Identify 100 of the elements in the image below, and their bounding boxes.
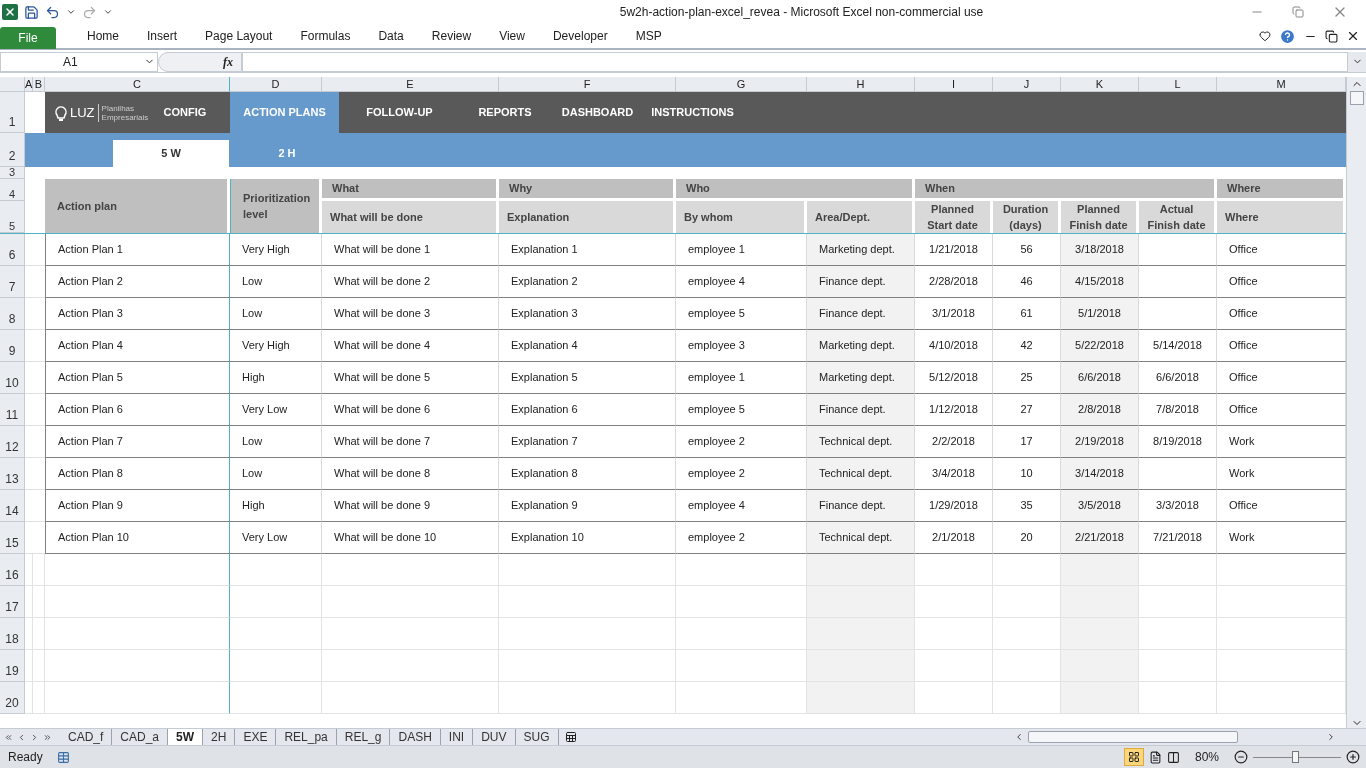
ribbon-tab[interactable]: MSP	[621, 27, 676, 45]
macro-record-icon[interactable]	[56, 750, 70, 764]
sub-tab[interactable]: 5 W	[113, 140, 229, 167]
table-cell: 4/10/2018	[915, 330, 993, 362]
row-number[interactable]: 6	[0, 234, 25, 266]
status-text: Ready	[7, 749, 44, 766]
zoom-slider-thumb[interactable]	[1291, 751, 1299, 763]
column-header[interactable]: G	[676, 77, 807, 92]
page-layout-view-icon[interactable]	[1148, 750, 1162, 764]
row-number[interactable]: 2	[0, 133, 25, 167]
column-header[interactable]: J	[993, 77, 1061, 92]
redo-icon[interactable]	[82, 4, 97, 20]
column-header[interactable]: H	[807, 77, 915, 92]
first-sheet-icon[interactable]	[4, 732, 13, 742]
row-number[interactable]: 3	[0, 167, 25, 179]
row-number[interactable]: 8	[0, 298, 25, 330]
row-number[interactable]: 11	[0, 394, 25, 426]
column-header[interactable]: C	[45, 77, 230, 92]
row-number[interactable]: 19	[0, 650, 25, 682]
table-cell: 6/6/2018	[1139, 362, 1217, 394]
column-header[interactable]: L	[1139, 77, 1217, 92]
zoom-in-icon[interactable]	[1346, 750, 1360, 764]
table-cell: 2/1/2018	[915, 522, 993, 554]
function-icon[interactable]: fx	[223, 52, 233, 71]
normal-view-button[interactable]	[1123, 748, 1144, 766]
row-number[interactable]: 14	[0, 490, 25, 522]
ribbon-tab[interactable]: Formulas	[286, 27, 365, 45]
table-cell: Action Plan 4	[45, 330, 230, 362]
column-header[interactable]: I	[915, 77, 993, 92]
undo-icon[interactable]	[45, 4, 60, 20]
next-sheet-icon[interactable]	[30, 732, 39, 742]
heart-icon[interactable]	[1259, 30, 1271, 42]
logo-subtitle: Planilhas Empresariais	[97, 103, 148, 122]
file-tab[interactable]: File	[0, 26, 56, 49]
row-number[interactable]: 10	[0, 362, 25, 394]
table-cell: 6/6/2018	[1061, 362, 1139, 394]
column-header[interactable]: E	[322, 77, 499, 92]
column-header-cell: Area/Dept.	[807, 201, 915, 233]
table-cell: Action Plan 1	[45, 234, 230, 266]
table-cell: Very High	[230, 330, 322, 362]
last-sheet-icon[interactable]	[43, 732, 52, 742]
row-number[interactable]: 7	[0, 266, 25, 298]
help-icon[interactable]	[1279, 27, 1296, 45]
ribbon-tab[interactable]: Page Layout	[191, 27, 287, 45]
column-header[interactable]: K	[1061, 77, 1139, 92]
previous-sheet-icon[interactable]	[17, 732, 26, 742]
new-sheet-icon[interactable]	[564, 731, 577, 743]
ribbon-tab[interactable]: Developer	[538, 27, 622, 45]
table-cell: Technical dept.	[807, 458, 915, 490]
group-header-cell: What	[322, 179, 499, 201]
page-break-view-icon[interactable]	[1166, 750, 1180, 764]
name-box[interactable]: A1	[0, 51, 158, 72]
row-number[interactable]: 4	[0, 179, 25, 201]
scrollbar-thumb[interactable]	[1349, 91, 1364, 105]
table-cell: Marketing dept.	[807, 362, 915, 394]
caret-icon[interactable]	[66, 7, 76, 17]
row-number[interactable]: 5	[0, 201, 25, 233]
zoom-level[interactable]: 80%	[1184, 748, 1229, 766]
table-cell: Explanation 2	[499, 266, 676, 298]
table-cell: 2/8/2018	[1061, 394, 1139, 426]
scroll-right-icon[interactable]	[1326, 732, 1336, 742]
column-header[interactable]: B	[33, 77, 45, 92]
row-number[interactable]: 12	[0, 426, 25, 458]
ribbon-tab[interactable]: Review	[417, 27, 486, 45]
close-icon[interactable]	[1346, 29, 1360, 43]
column-header[interactable]: D	[230, 77, 322, 92]
window-title: 5w2h-action-plan-excel_revea - Microsoft Excel non-commercial use	[619, 4, 984, 21]
sheet-tab[interactable]: 5W	[168, 729, 204, 745]
table-cell: 3/4/2018	[915, 458, 993, 490]
column-header[interactable]: F	[499, 77, 676, 92]
restore-icon[interactable]	[1325, 29, 1338, 43]
row-number[interactable]: 17	[0, 586, 25, 618]
scroll-left-icon[interactable]	[1014, 732, 1024, 742]
table-cell: What will be done 7	[322, 426, 499, 458]
column-header-cell: By whom	[676, 201, 807, 233]
row-number[interactable]: 9	[0, 330, 25, 362]
row-number[interactable]: 13	[0, 458, 25, 490]
nav-tab[interactable]: REPORTS	[460, 92, 550, 133]
customize-icon[interactable]	[103, 7, 113, 17]
table-cell: 3/5/2018	[1061, 490, 1139, 522]
nav-tab[interactable]: DASHBOARD	[550, 92, 645, 133]
row-number[interactable]: 18	[0, 618, 25, 650]
horizontal-scrollbar-thumb[interactable]	[1028, 731, 1238, 743]
row-number[interactable]: 16	[0, 554, 25, 586]
column-header-cell: Duration (days)	[993, 201, 1061, 233]
nav-tab[interactable]: FOLLOW-UP	[339, 92, 460, 133]
table-cell: Very High	[230, 234, 322, 266]
zoom-out-icon[interactable]	[1234, 750, 1248, 764]
ribbon-tab[interactable]: View	[485, 27, 539, 45]
formula-field[interactable]	[242, 51, 1348, 72]
row-number[interactable]: 20	[0, 682, 25, 714]
nav-tab[interactable]: INSTRUCTIONS	[645, 92, 740, 133]
ribbon-tab[interactable]: Data	[364, 27, 418, 45]
ribbon-tab[interactable]: Home	[73, 27, 133, 45]
column-header[interactable]: M	[1217, 77, 1346, 92]
row-number[interactable]: 15	[0, 522, 25, 554]
row-number[interactable]: 1	[0, 92, 25, 133]
ribbon-tab[interactable]: Insert	[133, 27, 192, 45]
logo-text: LUZ	[70, 103, 95, 122]
save-icon[interactable]	[24, 4, 39, 20]
